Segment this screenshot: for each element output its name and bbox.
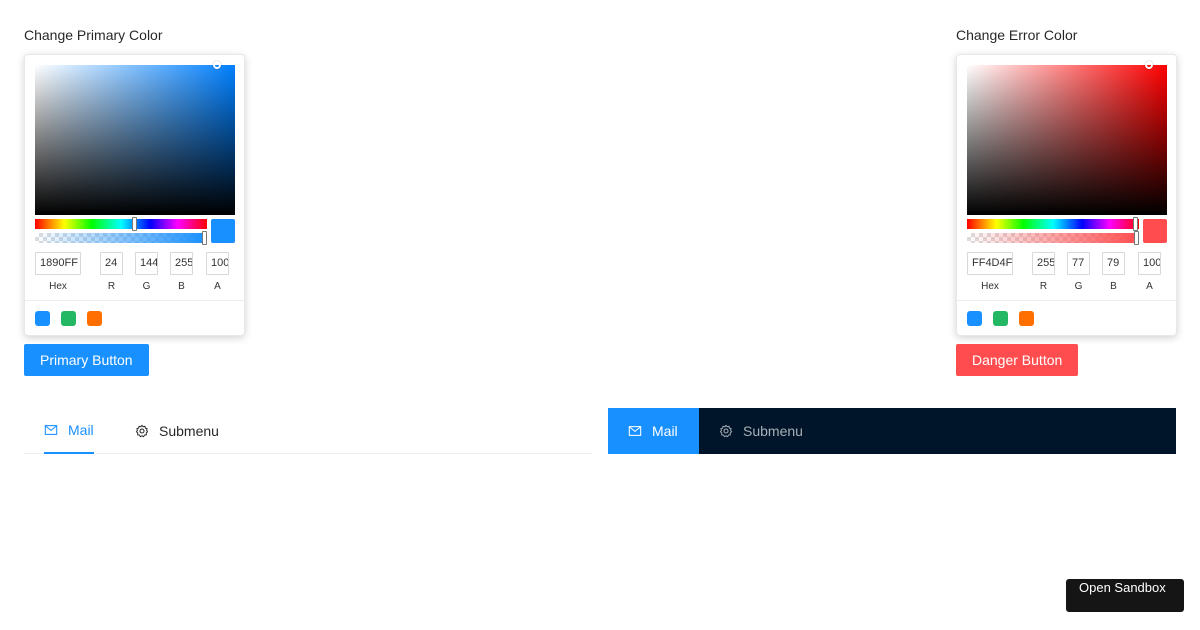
alpha-slider[interactable]: [35, 231, 207, 245]
b-label: B: [1110, 281, 1117, 292]
preset-swatch-green[interactable]: [993, 311, 1008, 326]
hue-handle[interactable]: [1133, 217, 1139, 231]
saturation-handle[interactable]: [1145, 61, 1153, 69]
alpha-slider[interactable]: [967, 231, 1139, 245]
g-label: G: [142, 281, 151, 292]
primary-color-section: Change Primary Color 1890FF Hex 24 R 144: [24, 24, 245, 336]
error-color-section: Change Error Color FF4D4F Hex 255 R 77 G…: [956, 24, 1177, 336]
preset-swatch-green[interactable]: [61, 311, 76, 326]
picker-divider: [957, 300, 1176, 301]
alpha-handle[interactable]: [202, 231, 207, 245]
r-input[interactable]: 24: [100, 252, 123, 275]
picker-divider: [25, 300, 244, 301]
hex-label: Hex: [981, 281, 999, 292]
light-menu: Mail Submenu: [24, 408, 592, 454]
menu-item-submenu[interactable]: Submenu: [135, 408, 219, 454]
preset-swatch-blue[interactable]: [35, 311, 50, 326]
r-label: R: [107, 281, 116, 292]
hex-input[interactable]: 1890FF: [35, 252, 81, 275]
a-input[interactable]: 100: [206, 252, 229, 275]
primary-color-picker: 1890FF Hex 24 R 144 G 255 B 100 A: [24, 54, 245, 336]
menu-item-submenu[interactable]: Submenu: [719, 408, 803, 454]
a-input[interactable]: 100: [1138, 252, 1161, 275]
hex-input[interactable]: FF4D4F: [967, 252, 1013, 275]
b-input[interactable]: 255: [170, 252, 193, 275]
setting-icon: [719, 424, 733, 438]
hue-slider[interactable]: [967, 217, 1139, 231]
preset-swatch-blue[interactable]: [967, 311, 982, 326]
alpha-handle[interactable]: [1134, 231, 1139, 245]
open-sandbox-button[interactable]: Open Sandbox: [1066, 579, 1184, 612]
hue-handle[interactable]: [132, 217, 138, 231]
error-color-picker: FF4D4F Hex 255 R 77 G 79 B 100 A: [956, 54, 1177, 336]
error-picker-title: Change Error Color: [956, 27, 1078, 43]
hex-label: Hex: [49, 281, 67, 292]
g-label: G: [1074, 281, 1083, 292]
b-label: B: [178, 281, 185, 292]
color-preview-swatch: [1143, 219, 1167, 243]
menu-item-label: Submenu: [743, 423, 803, 439]
saturation-handle[interactable]: [213, 61, 221, 69]
menu-item-mail[interactable]: Mail: [44, 408, 94, 454]
g-input[interactable]: 144: [135, 252, 158, 275]
hue-slider[interactable]: [35, 217, 207, 231]
menu-item-label: Mail: [652, 423, 678, 439]
mail-icon: [44, 423, 58, 437]
r-input[interactable]: 255: [1032, 252, 1055, 275]
setting-icon: [135, 424, 149, 438]
danger-button[interactable]: Danger Button: [956, 344, 1079, 376]
r-label: R: [1039, 281, 1048, 292]
g-input[interactable]: 77: [1067, 252, 1090, 275]
primary-button[interactable]: Primary Button: [24, 344, 149, 376]
mail-icon: [628, 424, 642, 438]
a-label: A: [214, 281, 221, 292]
primary-picker-title: Change Primary Color: [24, 27, 163, 43]
a-label: A: [1146, 281, 1153, 292]
menu-item-label: Submenu: [159, 423, 219, 439]
dark-menu: Mail Submenu: [608, 408, 1176, 454]
b-input[interactable]: 79: [1102, 252, 1125, 275]
preset-swatch-orange[interactable]: [1019, 311, 1034, 326]
preset-swatch-orange[interactable]: [87, 311, 102, 326]
menu-item-mail[interactable]: Mail: [608, 408, 699, 454]
saturation-panel[interactable]: [967, 61, 1167, 215]
menu-item-label: Mail: [68, 422, 94, 438]
saturation-panel[interactable]: [35, 61, 235, 215]
color-preview-swatch: [211, 219, 235, 243]
